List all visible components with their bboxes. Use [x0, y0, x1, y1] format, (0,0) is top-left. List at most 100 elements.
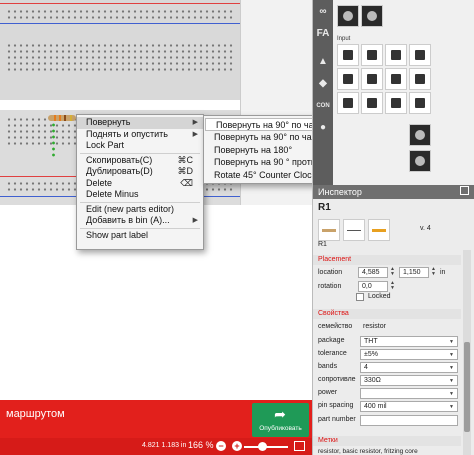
chip-icon[interactable]: ◆ — [314, 74, 332, 94]
inspector-scrollbar[interactable] — [463, 250, 471, 455]
cursor-coordinates: 4.821 1.183 in — [142, 442, 187, 449]
part-tile[interactable] — [409, 44, 431, 66]
zoom-slider-handle[interactable] — [258, 442, 267, 451]
fit-window-icon[interactable] — [294, 441, 305, 451]
tags-value: resistor, basic resistor, fritzing core — [318, 448, 418, 455]
resistor-thumb — [347, 230, 361, 231]
part-tile[interactable] — [409, 150, 431, 172]
power-select[interactable]: ▼ — [360, 388, 458, 399]
location-x-stepper[interactable]: ▲ ▼ — [389, 267, 396, 278]
keypad-icon — [343, 50, 353, 60]
rotation-stepper[interactable]: ▲ ▼ — [389, 281, 396, 292]
status-bar: 4.821 1.183 in 166 % − + — [0, 438, 312, 455]
part-version: v. 4 — [420, 225, 431, 232]
bands-select[interactable]: 4 ▼ — [360, 362, 458, 373]
part-tile[interactable] — [409, 68, 431, 90]
part-tile[interactable] — [385, 92, 407, 114]
prop-row-pin-spacing: pin spacing 400 mil ▼ — [313, 400, 461, 413]
pcb-view-icon — [368, 219, 390, 241]
arduino-icon[interactable]: ▲ — [314, 52, 332, 72]
menu-item-show-label[interactable]: Show part label — [77, 230, 203, 242]
menu-item-rotate[interactable]: Повернуть ▶ — [77, 117, 203, 129]
inspector-panel: Инспектор R1 v. 4 R1 Placement location … — [312, 185, 474, 455]
hole-row — [6, 10, 234, 13]
prop-value: ±5% — [364, 351, 378, 358]
knob-icon — [343, 98, 353, 108]
bin-tab-strip: ∞ FA ▲ ◆ CON ● — [313, 0, 333, 185]
bin-tab-fa[interactable]: FA — [314, 24, 332, 44]
menu-item-lock-part[interactable]: Lock Part — [77, 140, 203, 152]
cable-icon — [415, 74, 425, 84]
pushbutton-icon — [391, 74, 401, 84]
part-tile[interactable] — [385, 68, 407, 90]
app-window: Повернуть ▶ Поднять и опустить ▶ Lock Part… — [0, 0, 474, 455]
part-tile[interactable] — [361, 68, 383, 90]
submenu-arrow-icon: ▶ — [192, 130, 198, 138]
part-tile[interactable] — [361, 44, 383, 66]
package-select[interactable]: THT ▼ — [360, 336, 458, 347]
resistor-band — [70, 115, 72, 121]
part-number-input[interactable] — [360, 415, 458, 426]
menu-separator — [80, 201, 200, 203]
part-tile[interactable] — [385, 44, 407, 66]
part-tile[interactable] — [337, 5, 359, 27]
location-y-stepper[interactable]: ▲ ▼ — [430, 267, 437, 278]
part-tile[interactable] — [337, 92, 359, 114]
menu-item-label: Дублировать(D) — [86, 166, 153, 176]
menu-item-raise-lower[interactable]: Поднять и опустить ▶ — [77, 129, 203, 141]
zoom-unit: % — [205, 440, 214, 450]
backspace-icon: ⌫ — [180, 177, 193, 188]
part-tile[interactable] — [361, 92, 383, 114]
publish-button[interactable]: ➦ Опубликовать — [252, 403, 309, 437]
undock-icon[interactable] — [460, 186, 469, 195]
menu-item-delete[interactable]: Delete ⌫ — [77, 178, 203, 190]
tolerance-select[interactable]: ±5% ▼ — [360, 349, 458, 360]
hole-row — [6, 16, 234, 19]
location-x-input[interactable]: 4,585 — [358, 267, 388, 278]
bin-tab-con[interactable]: CON — [314, 96, 332, 116]
zoom-out-button[interactable]: − — [216, 441, 226, 451]
zoom-value: 166 — [188, 440, 204, 450]
menu-shortcut: ⌘C — [177, 154, 194, 165]
chip-board-icon — [415, 156, 425, 166]
properties-header: Свойства — [313, 309, 461, 319]
resistance-select[interactable]: 330Ω ▼ — [360, 375, 458, 386]
menu-item-duplicate[interactable]: Дублировать(D) ⌘D — [77, 166, 203, 178]
submenu-arrow-icon: ▶ — [192, 119, 198, 126]
zoom-in-button[interactable]: + — [232, 441, 242, 451]
menu-separator — [80, 152, 200, 154]
dropdown-arrow-icon: ▼ — [449, 365, 454, 371]
hole-row — [6, 68, 234, 71]
core-icon[interactable]: ● — [314, 118, 332, 138]
locked-label: Locked — [368, 293, 391, 300]
part-tile[interactable] — [337, 68, 359, 90]
slide-switch-icon — [367, 98, 377, 108]
prop-label: bands — [318, 363, 338, 370]
inspector-title: Инспектор — [318, 187, 362, 197]
menu-item-edit-parts[interactable]: Edit (new parts editor) — [77, 204, 203, 216]
locked-checkbox[interactable] — [356, 293, 364, 301]
menu-item-delete-minus[interactable]: Delete Minus — [77, 189, 203, 201]
part-tile[interactable] — [337, 44, 359, 66]
resistor-part[interactable] — [48, 115, 76, 121]
prop-label: package — [318, 337, 345, 344]
rotation-input[interactable]: 0,0 — [358, 281, 388, 292]
menu-item-add-to-bin[interactable]: Добавить в bin (A)... ▶ — [77, 215, 203, 227]
prop-row-package: package THT ▼ — [313, 335, 461, 348]
pin-spacing-select[interactable]: 400 mil ▼ — [360, 401, 458, 412]
part-context-menu: Повернуть ▶ Поднять и опустить ▶ Lock Part… — [76, 114, 204, 250]
part-tile[interactable] — [361, 5, 383, 27]
connected-holes — [52, 122, 55, 158]
location-y-input[interactable]: 1,150 — [399, 267, 429, 278]
part-tile[interactable] — [409, 92, 431, 114]
menu-shortcut: ⌘D — [177, 166, 194, 176]
tags-header: Метки — [313, 436, 461, 446]
ground-rail-line — [0, 23, 240, 24]
bin-tab-infinity[interactable]: ∞ — [314, 2, 332, 22]
menu-item-label: Скопировать(С) — [86, 154, 153, 165]
scrollbar-thumb[interactable] — [464, 342, 470, 432]
hole-row — [6, 44, 234, 47]
menu-item-copy[interactable]: Скопировать(С) ⌘C — [77, 155, 203, 167]
header-icon — [415, 98, 425, 108]
part-tile[interactable] — [409, 124, 431, 146]
